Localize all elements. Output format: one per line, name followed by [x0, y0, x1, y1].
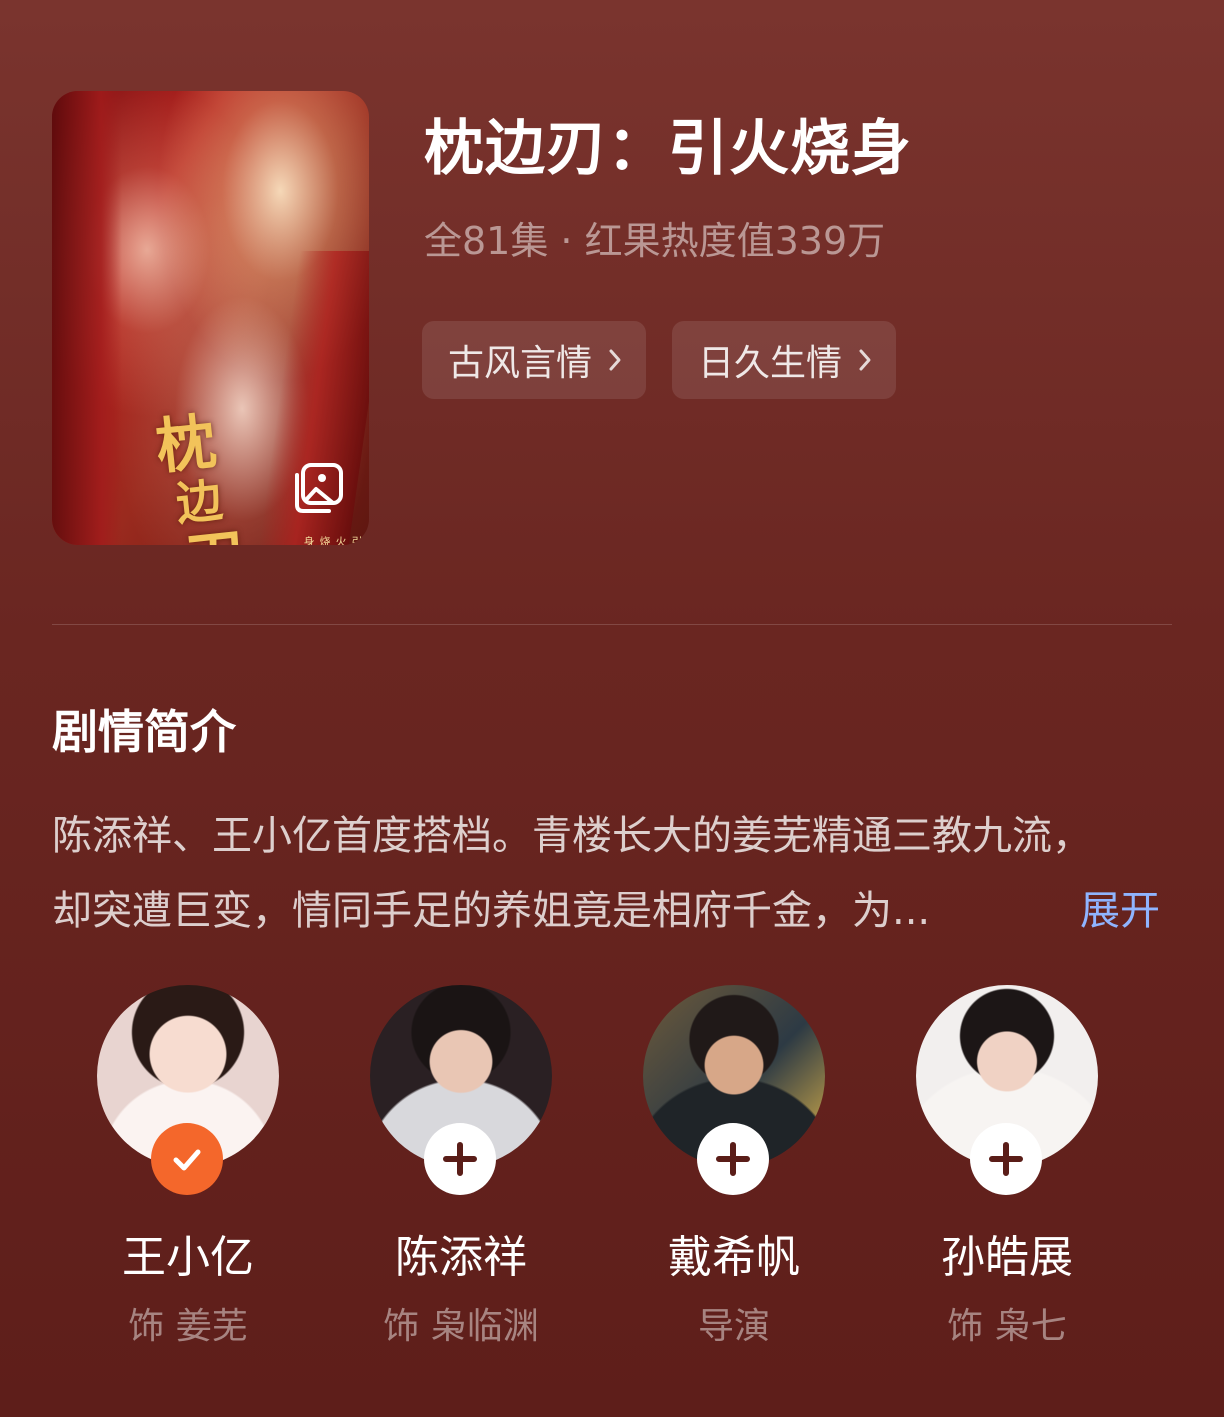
follow-button[interactable]: [697, 1123, 769, 1195]
show-title: 枕边刃：引火烧身: [424, 114, 912, 184]
cast-name: 陈添祥: [395, 1232, 527, 1283]
plus-icon: [989, 1142, 1023, 1176]
poster-art: [52, 91, 122, 545]
checkmark-icon: [173, 1149, 201, 1171]
synopsis-heading: 剧情简介: [52, 705, 236, 759]
cast-name: 王小亿: [122, 1232, 254, 1283]
synopsis-text: 却突遭巨变，情同手足的养姐竟是相府千金，为...: [52, 888, 931, 934]
expand-link[interactable]: 展开: [1080, 878, 1160, 936]
cast-name: 戴希帆: [668, 1232, 800, 1283]
cast-name: 孙皓展: [941, 1232, 1073, 1283]
divider: [52, 624, 1172, 625]
cast-list: 王小亿 饰 姜芜 陈添祥 饰 枭临渊 戴希帆 导演 孙皓展 饰 枭七: [0, 985, 1224, 1365]
genre-tag-label: 日久生情: [698, 343, 843, 384]
followed-button[interactable]: [151, 1123, 223, 1195]
chevron-right-icon: [859, 349, 871, 371]
chevron-right-icon: [609, 349, 621, 371]
genre-tag[interactable]: 古风言情: [422, 321, 647, 399]
follow-button[interactable]: [970, 1123, 1042, 1195]
plus-icon: [443, 1142, 477, 1176]
plus-icon: [716, 1142, 750, 1176]
follow-button[interactable]: [424, 1123, 496, 1195]
poster-image[interactable]: 枕 边 刃 引火烧身: [52, 91, 369, 545]
genre-tags: 古风言情 日久生情: [422, 321, 897, 399]
synopsis-text: 陈添祥、王小亿首度搭档。青楼长大的姜芜精通三教九流，: [52, 813, 1092, 859]
genre-tag-label: 古风言情: [448, 343, 593, 384]
genre-tag[interactable]: 日久生情: [672, 321, 897, 399]
cast-role: 导演: [697, 1306, 770, 1347]
cast-role: 饰 枭临渊: [383, 1306, 539, 1347]
cast-role: 饰 枭七: [947, 1306, 1067, 1347]
poster-subtitle: 引火烧身: [302, 536, 363, 545]
show-meta: 全81集 · 红果热度值339万: [424, 219, 886, 263]
cast-role: 饰 姜芜: [128, 1306, 248, 1347]
gallery-icon[interactable]: [289, 461, 345, 517]
